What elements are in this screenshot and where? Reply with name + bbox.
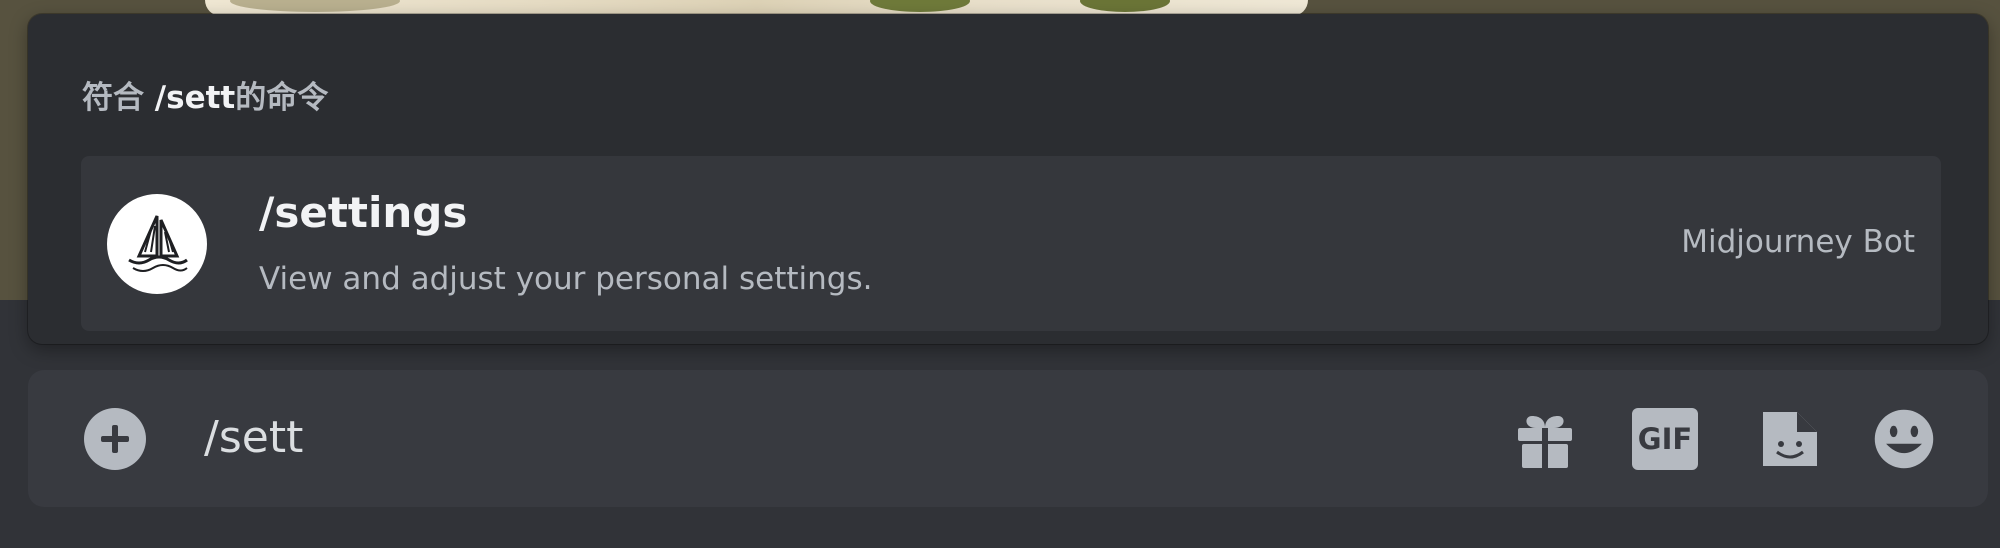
gif-button[interactable]: GIF bbox=[1632, 406, 1698, 472]
autocomplete-header: 符合 /sett的命令 bbox=[82, 72, 328, 117]
command-name: /settings bbox=[259, 188, 468, 237]
command-autocomplete-popup: 符合 /sett的命令 /settings View and adjust yo… bbox=[28, 14, 1988, 344]
gif-icon: GIF bbox=[1632, 408, 1698, 470]
gift-button[interactable] bbox=[1512, 406, 1578, 472]
message-composer: /sett GIF bbox=[28, 370, 1988, 507]
autocomplete-header-prefix: 符合 bbox=[82, 80, 144, 116]
command-description: View and adjust your personal settings. bbox=[259, 261, 873, 297]
command-option-settings[interactable]: /settings View and adjust your personal … bbox=[81, 156, 1941, 331]
sailboat-icon bbox=[128, 215, 188, 272]
plus-icon bbox=[101, 425, 129, 453]
upload-button[interactable] bbox=[84, 408, 146, 470]
emoji-icon bbox=[1874, 409, 1934, 469]
midjourney-avatar bbox=[107, 194, 207, 294]
sticker-icon bbox=[1763, 412, 1817, 466]
discord-chat-area: 符合 /sett的命令 /settings View and adjust yo… bbox=[0, 0, 2000, 548]
emoji-button[interactable] bbox=[1871, 406, 1937, 472]
autocomplete-header-suffix: 的命令 bbox=[235, 80, 329, 116]
gift-icon bbox=[1518, 416, 1572, 468]
sticker-button[interactable] bbox=[1757, 406, 1823, 472]
autocomplete-query: /sett bbox=[154, 80, 236, 116]
message-input[interactable]: /sett bbox=[204, 412, 303, 463]
command-source: Midjourney Bot bbox=[1681, 224, 1915, 260]
